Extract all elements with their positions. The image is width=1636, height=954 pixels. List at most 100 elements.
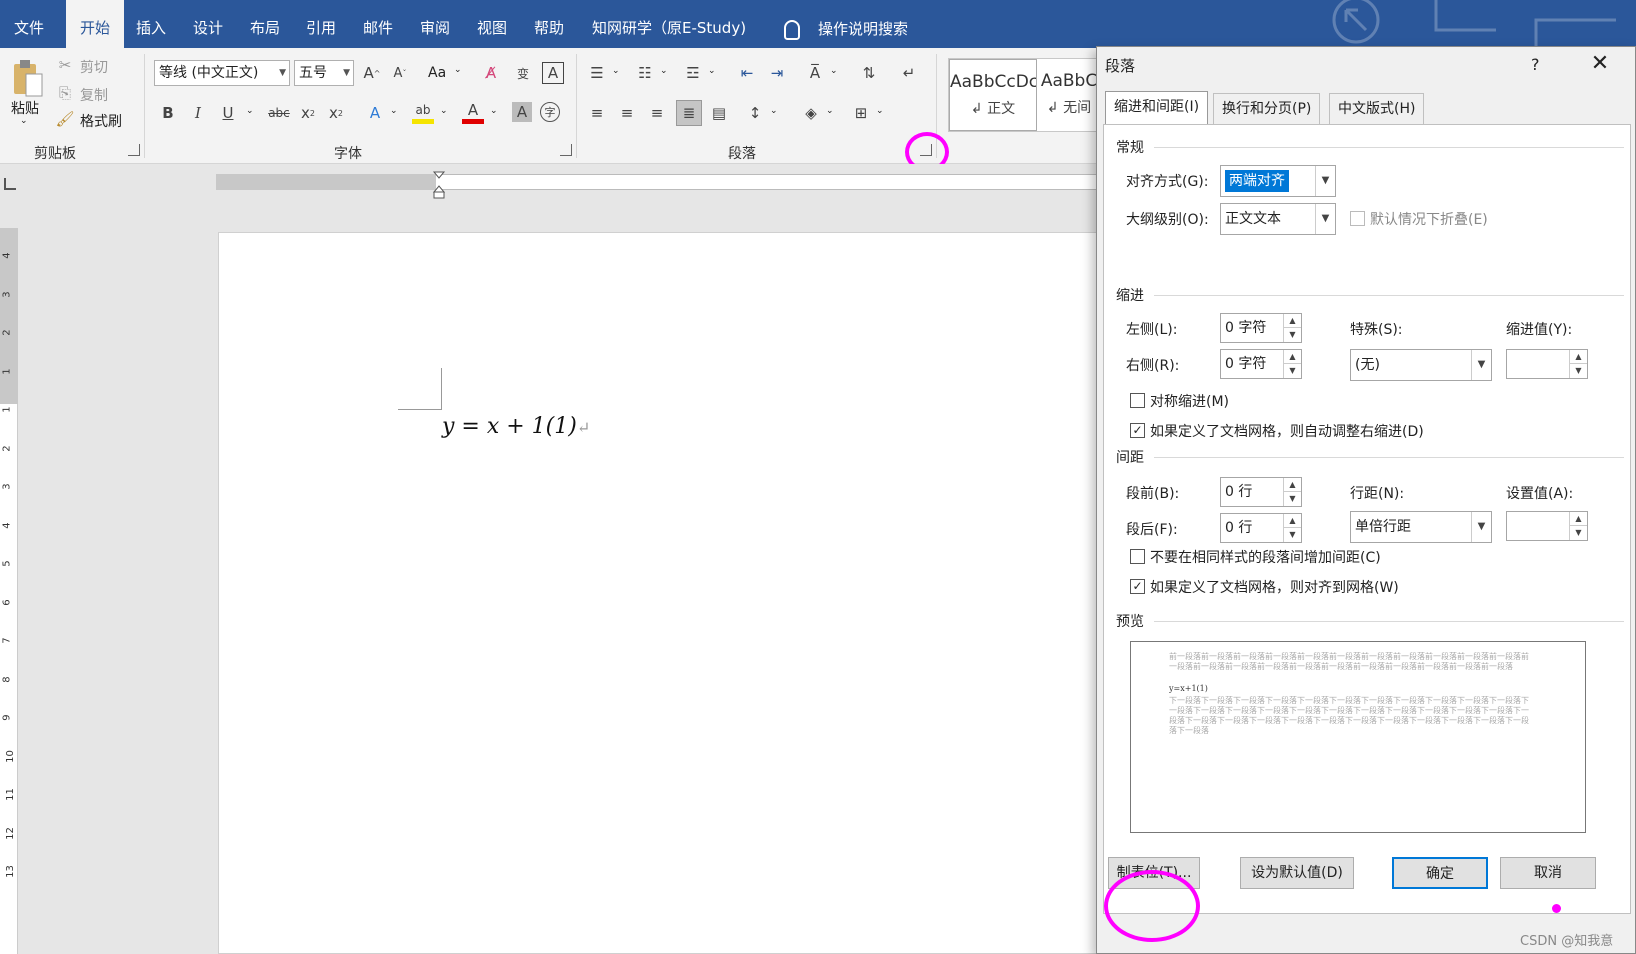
subscript-icon[interactable]: x2 xyxy=(298,102,318,124)
indent-marker-icon[interactable] xyxy=(432,168,446,200)
preview-previous-text: 前一段落前一段落前一段落前一段落前一段落前一段落前一段落前一段落前一段落前一段落… xyxy=(1169,652,1529,671)
spin-down-icon[interactable]: ▼ xyxy=(1569,526,1587,540)
no-space-same-style-checkbox[interactable] xyxy=(1130,549,1145,564)
align-center-icon[interactable]: ≡ xyxy=(616,102,638,124)
multilevel-list-icon[interactable]: ☲ xyxy=(682,62,704,84)
format-painter-button[interactable]: 格式刷 xyxy=(80,111,122,131)
character-border-icon[interactable]: A xyxy=(542,62,564,84)
superscript-icon[interactable]: x2 xyxy=(326,102,346,124)
spacing-after-spinner[interactable]: 0 行 ▲ ▼ xyxy=(1220,513,1302,543)
tab-asian-typography[interactable]: 中文版式(H) xyxy=(1329,93,1425,125)
show-marks-icon[interactable]: ↵ xyxy=(898,62,920,84)
paste-button[interactable]: 粘贴 xyxy=(11,98,39,118)
right-indent-spinner[interactable]: 0 字符 ▲ ▼ xyxy=(1220,349,1302,379)
tab-mailings[interactable]: 邮件 xyxy=(363,0,393,48)
spin-down-icon[interactable]: ▼ xyxy=(1283,364,1301,378)
chevron-down-icon: ⌄ xyxy=(770,106,778,116)
style-no-spacing[interactable]: AaBbC ↲ 无间 xyxy=(1039,59,1099,131)
document-page[interactable] xyxy=(218,232,1118,954)
watermark: CSDN @知我意 xyxy=(1520,934,1614,949)
spin-up-icon[interactable]: ▲ xyxy=(1283,314,1301,328)
line-spacing-icon[interactable]: ↕ xyxy=(744,102,766,124)
character-shading-icon[interactable]: A xyxy=(512,102,532,122)
collapsed-checkbox[interactable] xyxy=(1350,211,1365,226)
font-launcher-icon[interactable] xyxy=(560,144,572,156)
mirror-indents-checkbox[interactable] xyxy=(1130,393,1145,408)
justify-icon[interactable]: ≣ xyxy=(676,100,702,126)
enclose-characters-icon[interactable]: 字 xyxy=(540,102,560,122)
alignment-select[interactable]: 两端对齐 ▼ xyxy=(1220,165,1336,197)
help-button[interactable]: ? xyxy=(1531,55,1540,74)
chinese-layout-icon[interactable]: A̅ xyxy=(804,62,826,84)
spin-down-icon[interactable]: ▼ xyxy=(1283,528,1301,542)
tab-layout[interactable]: 布局 xyxy=(250,0,280,48)
spin-up-icon[interactable]: ▲ xyxy=(1283,478,1301,492)
tab-review[interactable]: 审阅 xyxy=(420,0,450,48)
grow-font-icon[interactable]: A ^ xyxy=(362,62,382,84)
font-size-combo[interactable]: 五号 ▼ xyxy=(294,60,354,86)
special-indent-select[interactable]: (无) ▼ xyxy=(1350,349,1492,381)
tab-file[interactable]: 文件 xyxy=(14,0,44,48)
font-color-icon[interactable]: A xyxy=(462,100,484,124)
auto-adjust-checkbox[interactable]: ✓ xyxy=(1130,423,1145,438)
numbering-icon[interactable]: ☷ xyxy=(634,62,656,84)
left-indent-spinner[interactable]: 0 字符 ▲ ▼ xyxy=(1220,313,1302,343)
spin-up-icon[interactable]: ▲ xyxy=(1569,350,1587,364)
spin-up-icon[interactable]: ▲ xyxy=(1283,514,1301,528)
change-case-button[interactable]: Aa xyxy=(428,65,446,81)
clear-formatting-icon[interactable]: A̸ xyxy=(480,62,502,84)
tab-indents-spacing[interactable]: 缩进和间距(I) xyxy=(1105,91,1209,125)
tab-insert[interactable]: 插入 xyxy=(136,0,166,48)
tab-view[interactable]: 视图 xyxy=(477,0,507,48)
highlight-color-icon[interactable]: ab xyxy=(412,100,434,124)
spacing-at-spinner[interactable]: ▲ ▼ xyxy=(1506,511,1588,541)
set-default-button[interactable]: 设为默认值(D) xyxy=(1240,857,1354,889)
tab-help[interactable]: 帮助 xyxy=(534,0,564,48)
close-icon[interactable]: ✕ xyxy=(1583,49,1617,79)
tab-estudy[interactable]: 知网研学（原E-Study) xyxy=(592,0,746,48)
italic-icon[interactable]: I xyxy=(188,102,208,124)
borders-icon[interactable]: ⊞ xyxy=(850,102,872,124)
strikethrough-icon[interactable]: abc xyxy=(266,102,292,124)
font-name-combo[interactable]: 等线 (中文正文) ▼ xyxy=(154,60,290,86)
align-left-icon[interactable]: ≡ xyxy=(586,102,608,124)
ok-button[interactable]: 确定 xyxy=(1392,857,1488,889)
copy-button[interactable]: 复制 xyxy=(80,85,108,105)
align-right-icon[interactable]: ≡ xyxy=(646,102,668,124)
spin-down-icon[interactable]: ▼ xyxy=(1569,364,1587,378)
paste-icon[interactable] xyxy=(12,58,44,98)
text-effects-icon[interactable]: A xyxy=(364,102,386,124)
paste-dropdown-icon[interactable]: ⌄ xyxy=(20,116,28,126)
increase-indent-icon[interactable]: ⇥ xyxy=(766,62,788,84)
spacing-before-spinner[interactable]: 0 行 ▲ ▼ xyxy=(1220,477,1302,507)
bold-icon[interactable]: B xyxy=(158,102,178,124)
style-normal[interactable]: AaBbCcDc ↲ 正文 xyxy=(949,59,1037,131)
indent-by-spinner[interactable]: ▲ ▼ xyxy=(1506,349,1588,379)
distributed-icon[interactable]: ▤ xyxy=(708,102,730,124)
tab-design[interactable]: 设计 xyxy=(193,0,223,48)
sort-icon[interactable]: ⇅ xyxy=(858,62,880,84)
tell-me-search[interactable]: 操作说明搜索 xyxy=(818,0,908,48)
tab-selector-icon[interactable] xyxy=(4,178,16,190)
spin-up-icon[interactable]: ▲ xyxy=(1569,512,1587,526)
cancel-button[interactable]: 取消 xyxy=(1500,857,1596,889)
tab-line-page-breaks[interactable]: 换行和分页(P) xyxy=(1213,93,1321,125)
tab-home[interactable]: 开始 xyxy=(66,0,125,50)
spin-down-icon[interactable]: ▼ xyxy=(1283,492,1301,506)
spin-down-icon[interactable]: ▼ xyxy=(1283,328,1301,342)
equation[interactable]: y = x + 1(1)↵ xyxy=(442,414,590,439)
chevron-down-icon: ▼ xyxy=(1471,350,1491,380)
phonetic-guide-icon[interactable]: 变 xyxy=(512,62,534,84)
tab-references[interactable]: 引用 xyxy=(306,0,336,48)
shrink-font-icon[interactable]: Aˇ xyxy=(390,62,410,84)
line-spacing-select[interactable]: 单倍行距 ▼ xyxy=(1350,511,1492,543)
cut-button[interactable]: 剪切 xyxy=(80,57,108,77)
spin-up-icon[interactable]: ▲ xyxy=(1283,350,1301,364)
snap-to-grid-checkbox[interactable]: ✓ xyxy=(1130,579,1145,594)
outline-level-select[interactable]: 正文文本 ▼ xyxy=(1220,203,1336,235)
shading-icon[interactable]: ◈ xyxy=(800,102,822,124)
bullets-icon[interactable]: ☰ xyxy=(586,62,608,84)
clipboard-launcher-icon[interactable] xyxy=(128,144,140,156)
decrease-indent-icon[interactable]: ⇤ xyxy=(736,62,758,84)
underline-icon[interactable]: U xyxy=(218,102,238,124)
